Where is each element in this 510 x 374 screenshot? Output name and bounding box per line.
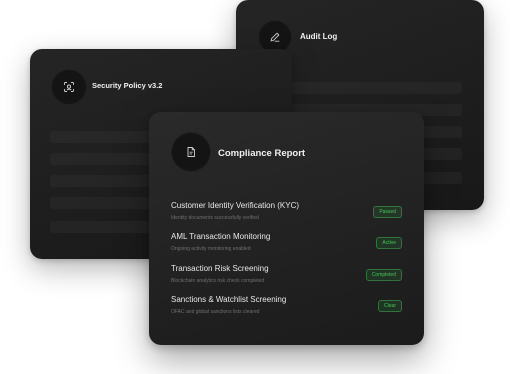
face-scan-icon bbox=[51, 69, 87, 105]
document-icon bbox=[171, 132, 211, 172]
compliance-item: Sanctions & Watchlist Screening OFAC and… bbox=[171, 295, 402, 321]
compliance-item-subtitle: OFAC and global sanctions lists cleared bbox=[171, 309, 260, 315]
audit-log-title: Audit Log bbox=[300, 32, 338, 41]
compliance-item: Customer Identity Verification (KYC) Ide… bbox=[171, 201, 402, 227]
status-badge: Passed bbox=[373, 206, 402, 218]
compliance-item: AML Transaction Monitoring Ongoing activ… bbox=[171, 232, 402, 258]
compliance-item-title: Transaction Risk Screening bbox=[171, 264, 269, 273]
compliance-report-title: Compliance Report bbox=[218, 148, 306, 159]
status-badge: Active bbox=[376, 237, 402, 249]
compliance-report-card[interactable]: Compliance Report Customer Identity Veri… bbox=[149, 112, 424, 345]
status-badge: Clear bbox=[378, 300, 402, 312]
status-badge: Completed bbox=[365, 269, 402, 281]
compliance-item-title: Customer Identity Verification (KYC) bbox=[171, 201, 300, 210]
compliance-item-subtitle: Ongoing activity monitoring enabled bbox=[171, 246, 251, 252]
compliance-item-title: AML Transaction Monitoring bbox=[171, 232, 271, 241]
compliance-item-subtitle: Blockchain analytics risk check complete… bbox=[171, 278, 265, 284]
compliance-item-subtitle: Identity documents successfully verified bbox=[171, 215, 259, 221]
compliance-item: Transaction Risk Screening Blockchain an… bbox=[171, 264, 402, 290]
compliance-item-title: Sanctions & Watchlist Screening bbox=[171, 295, 287, 304]
security-policy-title: Security Policy v3.2 bbox=[92, 81, 163, 90]
